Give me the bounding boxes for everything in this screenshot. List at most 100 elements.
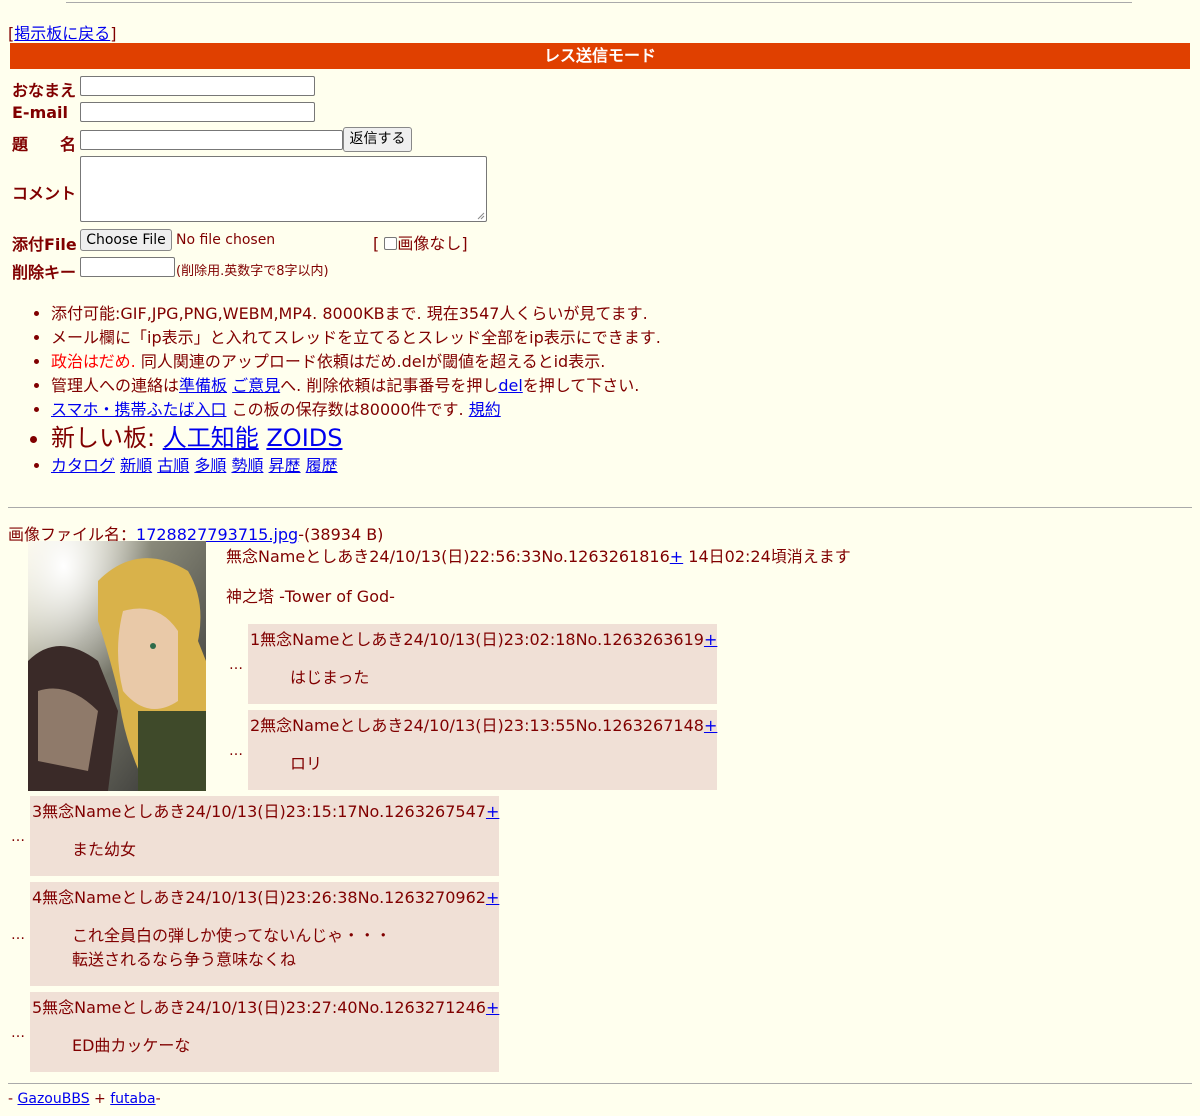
new-boards-label: 新しい板: (51, 424, 163, 452)
back-nav: [掲示板に戻る] (8, 20, 117, 44)
note-contact: 管理人への連絡は準備板 ご意見へ. 削除依頼は記事番号を押しdelを押して下さい… (51, 374, 661, 398)
op-post-header: 無念Nameとしあき24/10/13(日)22:56:33No.12632618… (226, 543, 851, 567)
note-rules: 政治はだめ. 同人関連のアップロード依頼はだめ.delが閾値を超えるとid表示. (51, 350, 661, 374)
ai-board-link[interactable]: 人工知能 (163, 424, 259, 452)
sort-rise-link[interactable]: 昇歴 (269, 456, 301, 475)
sort-new-link[interactable]: 新順 (120, 456, 152, 475)
delete-key-note: (削除用.英数字で8字以内) (176, 264, 329, 279)
back-to-board-link[interactable]: 掲示板に戻る (14, 24, 110, 43)
reply-header-text: 2無念Nameとしあき24/10/13(日)23:13:55No.1263267… (250, 716, 704, 735)
reply-plus-link[interactable]: + (704, 716, 717, 735)
subject-input[interactable] (80, 130, 343, 150)
mobile-entry-link[interactable]: スマホ・携帯ふたば入口 (51, 400, 227, 419)
reply-post: 2無念Nameとしあき24/10/13(日)23:13:55No.1263267… (248, 710, 717, 790)
note-storage: この板の保存数は80000件です. (226, 400, 469, 419)
note-upload: 添付可能:GIF,JPG,PNG,WEBM,MP4. 8000KBまで. 現在3… (51, 302, 661, 326)
op-plus-link[interactable]: + (670, 547, 683, 566)
reply-plus-link[interactable]: + (486, 888, 499, 907)
note-ip: メール欄に「ip表示」と入れてスレッドを立てるとスレッド全部をip表示にできます… (51, 326, 661, 350)
delete-key-label: 削除キー (12, 263, 77, 282)
history-link[interactable]: 履歴 (306, 456, 338, 475)
reply-header: 5無念Nameとしあき24/10/13(日)23:27:40No.1263271… (32, 994, 499, 1018)
note-politics: 政治はだめ. (51, 352, 136, 371)
reply-body-line: これ全員白の弾しか使ってないんじゃ・・・ (72, 926, 392, 945)
file-label: 添付File (12, 235, 77, 254)
reply-header: 1無念Nameとしあき24/10/13(日)23:02:18No.1263263… (250, 626, 717, 650)
no-image-label: 画像なし] (397, 234, 468, 253)
gazoubbs-link[interactable]: GazouBBS (18, 1091, 90, 1107)
reply-header-text: 5無念Nameとしあき24/10/13(日)23:27:40No.1263271… (32, 998, 486, 1017)
reply-marker: … (11, 829, 25, 845)
thumbnail-image (28, 541, 206, 791)
reply-mode-bar: レス送信モード (10, 43, 1190, 69)
reply-header-text: 1無念Nameとしあき24/10/13(日)23:02:18No.1263263… (250, 630, 704, 649)
zoids-board-link[interactable]: ZOIDS (266, 424, 342, 452)
reply-post: 5無念Nameとしあき24/10/13(日)23:27:40No.1263271… (30, 992, 499, 1072)
note-contact-mid: へ. 削除依頼は記事番号を押し (280, 376, 499, 395)
no-image-checkbox[interactable] (384, 237, 398, 250)
comment-label: コメント (12, 184, 77, 203)
name-input[interactable] (80, 76, 315, 96)
board-notes: 添付可能:GIF,JPG,PNG,WEBM,MP4. 8000KBまで. 現在3… (0, 302, 661, 478)
reply-body-line: ロリ (290, 754, 323, 773)
reply-header: 4無念Nameとしあき24/10/13(日)23:26:38No.1263270… (32, 884, 499, 908)
email-label: E-mail (12, 103, 69, 122)
reply-body: ロリ (290, 752, 322, 776)
sort-many-link[interactable]: 多順 (194, 456, 226, 475)
thread-divider (8, 507, 1192, 508)
reply-post: 3無念Nameとしあき24/10/13(日)23:15:17No.1263267… (30, 796, 499, 876)
comment-textarea[interactable] (80, 156, 487, 222)
reply-marker: … (11, 927, 25, 943)
reply-body: これ全員白の弾しか使ってないんじゃ・・・ 転送されるなら争う意味なくね (72, 924, 391, 972)
footer-pre: - (8, 1091, 18, 1107)
subject-label: 題 名 (12, 135, 77, 154)
no-image-option: [ 画像なし] (373, 230, 468, 254)
note-contact-text: 管理人への連絡は (51, 376, 180, 395)
op-post-body: 神之塔 -Tower of God- (226, 587, 395, 606)
op-expire-text: 14日02:24頃消えます (683, 547, 851, 566)
reply-body-line: また幼女 (72, 840, 137, 859)
footer: - GazouBBS + futaba- (8, 1091, 161, 1107)
submit-reply-button[interactable]: 返信する (343, 127, 412, 152)
thread-thumbnail[interactable] (28, 541, 206, 791)
reply-header-text: 4無念Nameとしあき24/10/13(日)23:26:38No.1263270… (32, 888, 486, 907)
note-new-boards: 新しい板: 人工知能 ZOIDS (51, 422, 661, 454)
email-input[interactable] (80, 102, 315, 122)
prep-board-link[interactable]: 準備板 (179, 376, 227, 395)
reply-body-line: はじまった (290, 668, 370, 687)
del-link[interactable]: del (498, 376, 522, 395)
no-image-bracket: [ (373, 234, 380, 253)
resize-handle-icon[interactable] (477, 212, 485, 220)
reply-plus-link[interactable]: + (486, 998, 499, 1017)
feedback-link[interactable]: ご意見 (232, 376, 280, 395)
sort-old-link[interactable]: 古順 (157, 456, 189, 475)
footer-post: - (155, 1091, 161, 1107)
name-label: おなまえ (12, 81, 77, 100)
reply-post: 1無念Nameとしあき24/10/13(日)23:02:18No.1263263… (248, 624, 717, 704)
reply-header: 3無念Nameとしあき24/10/13(日)23:15:17No.1263267… (32, 798, 499, 822)
reply-body-line: 転送されるなら争う意味なくね (72, 950, 297, 969)
note-rules-text: 同人関連のアップロード依頼はだめ.delが閾値を超えるとid表示. (135, 352, 606, 371)
note-mobile: スマホ・携帯ふたば入口 この板の保存数は80000件です. 規約 (51, 398, 661, 422)
no-file-text: No file chosen (176, 232, 276, 248)
file-size: -(38934 B) (298, 525, 384, 544)
footer-divider (8, 1083, 1192, 1084)
reply-marker: … (229, 657, 243, 673)
reply-header-text: 3無念Nameとしあき24/10/13(日)23:15:17No.1263267… (32, 802, 486, 821)
footer-mid: + (89, 1091, 111, 1107)
sort-momentum-link[interactable]: 勢順 (231, 456, 263, 475)
catalog-link[interactable]: カタログ (51, 456, 115, 475)
reply-body: また幼女 (72, 838, 136, 862)
futaba-link[interactable]: futaba (110, 1091, 155, 1107)
reply-plus-link[interactable]: + (704, 630, 717, 649)
delete-key-input[interactable] (80, 257, 175, 277)
top-divider (66, 2, 1132, 3)
reply-marker: … (229, 743, 243, 759)
reply-body: はじまった (290, 666, 369, 690)
reply-marker: … (11, 1025, 25, 1041)
choose-file-button[interactable]: Choose File (80, 229, 172, 251)
terms-link[interactable]: 規約 (469, 400, 501, 419)
reply-plus-link[interactable]: + (486, 802, 499, 821)
bracket-close: ] (110, 24, 117, 43)
note-sort-links: カタログ 新順 古順 多順 勢順 昇歴 履歴 (51, 454, 661, 478)
